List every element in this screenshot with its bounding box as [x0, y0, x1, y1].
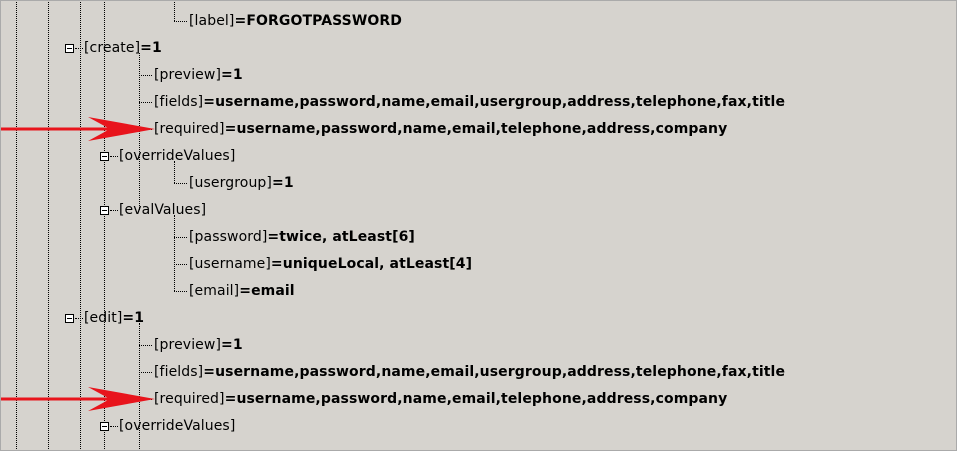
tree-node-email[interactable]: [email]=email — [189, 278, 295, 304]
tree-branch-line — [174, 183, 187, 184]
node-equals: = — [270, 256, 283, 272]
node-value: 1 — [152, 40, 162, 56]
tree-connector-line — [174, 215, 175, 291]
tree-branch-line — [139, 372, 152, 373]
tree-node-overridevalues[interactable]: [overrideValues] — [119, 143, 235, 169]
node-key: [create] — [84, 40, 141, 56]
node-key: [preview] — [154, 67, 222, 83]
node-equals: = — [224, 391, 237, 407]
node-equals: = — [122, 310, 135, 326]
tree-node-fields[interactable]: [fields]=username,password,name,email,us… — [154, 89, 785, 115]
node-value: uniqueLocal, atLeast[4] — [282, 256, 473, 272]
tree-node-required[interactable]: [required]=username,password,name,email,… — [154, 116, 727, 142]
tree-connector-line — [174, 0, 175, 21]
node-key: [fields] — [154, 364, 204, 380]
collapse-toggle-icon[interactable] — [100, 152, 109, 161]
node-equals: = — [203, 364, 216, 380]
node-equals: = — [224, 121, 237, 137]
tree-node-label[interactable]: [label]=FORGOTPASSWORD — [189, 8, 402, 34]
tree-branch-line — [75, 318, 83, 319]
node-equals: = — [221, 67, 233, 83]
node-value: username,password,name,email,telephone,a… — [236, 391, 728, 407]
tree-branch-line — [110, 426, 118, 427]
node-value: email — [251, 283, 295, 299]
node-key: [required] — [154, 121, 225, 137]
tree-branch-line — [139, 345, 152, 346]
node-key: [username] — [189, 256, 271, 272]
node-equals: = — [239, 283, 252, 299]
collapse-toggle-icon[interactable] — [65, 314, 74, 323]
tree-node-preview[interactable]: [preview]=1 — [154, 332, 243, 358]
node-equals: = — [203, 94, 216, 110]
collapse-toggle-icon[interactable] — [100, 206, 109, 215]
node-key: [usergroup] — [189, 175, 272, 191]
node-equals: = — [221, 337, 233, 353]
node-value: 1 — [134, 310, 145, 326]
node-key: [label] — [189, 13, 235, 29]
node-value: username,password,name,email,usergroup,a… — [215, 94, 786, 110]
node-value: 1 — [283, 175, 294, 191]
collapse-toggle-icon[interactable] — [100, 422, 109, 431]
red-arrow-icon — [0, 387, 155, 411]
node-key: [fields] — [154, 94, 204, 110]
tree-node-evalvalues[interactable]: [evalValues] — [119, 197, 206, 223]
node-value: FORGOTPASSWORD — [246, 13, 403, 29]
node-value: twice, atLeast[6] — [279, 229, 415, 245]
tree-branch-line — [139, 102, 152, 103]
node-equals: = — [271, 175, 284, 191]
red-arrow-icon — [0, 117, 155, 141]
node-key: [required] — [154, 391, 225, 407]
node-key: [evalValues] — [119, 202, 207, 218]
tree-branch-line — [110, 156, 118, 157]
node-value: username,password,name,email,usergroup,a… — [215, 364, 786, 380]
node-key: [preview] — [154, 337, 222, 353]
tree-node-fields[interactable]: [fields]=username,password,name,email,us… — [154, 359, 785, 385]
tree-node-preview[interactable]: [preview]=1 — [154, 62, 243, 88]
tree-branch-line — [174, 21, 187, 22]
tree-node-required[interactable]: [required]=username,password,name,email,… — [154, 386, 727, 412]
node-equals: = — [267, 229, 280, 245]
tree-node-password[interactable]: [password]=twice, atLeast[6] — [189, 224, 415, 250]
tree-node-username[interactable]: [username]=uniqueLocal, atLeast[4] — [189, 251, 472, 277]
node-value: username,password,name,email,telephone,a… — [236, 121, 728, 137]
node-value: 1 — [232, 67, 243, 83]
node-key: [email] — [189, 283, 240, 299]
node-equals: = — [140, 40, 153, 56]
tree-branch-line — [174, 264, 187, 265]
node-value: 1 — [232, 337, 243, 353]
tree-branch-line — [75, 48, 83, 49]
node-equals: = — [234, 13, 247, 29]
tree-branch-line — [174, 237, 187, 238]
tree-node-edit[interactable]: [edit]=1 — [84, 305, 144, 331]
tree-node-overridevalues[interactable]: [overrideValues] — [119, 413, 235, 439]
collapse-toggle-icon[interactable] — [65, 44, 74, 53]
typoscript-tree: [label]=FORGOTPASSWORD [create]=1 [preview… — [0, 0, 957, 451]
tree-branch-line — [174, 291, 187, 292]
tree-node-usergroup[interactable]: [usergroup]=1 — [189, 170, 294, 196]
node-key: [overrideValues] — [119, 148, 236, 164]
tree-node-create[interactable]: [create]=1 — [84, 35, 162, 61]
tree-branch-line — [110, 210, 118, 211]
tree-branch-line — [139, 75, 152, 76]
node-key: [password] — [189, 229, 268, 245]
node-key: [edit] — [84, 310, 123, 326]
node-key: [overrideValues] — [119, 418, 236, 434]
